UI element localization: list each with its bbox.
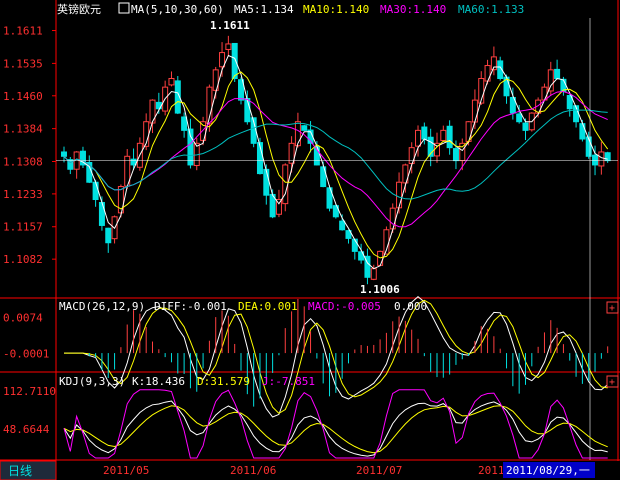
price-tick-label: 1.1460 [3,90,43,103]
candle-body [244,98,251,123]
kdj-tick-label: 48.6644 [3,423,50,436]
ma60-value: MA60:1.133 [458,3,524,16]
candle-body [579,123,586,140]
symbol-label: 英镑欧元 [57,2,101,16]
candle-body [370,268,377,280]
candle-body [263,168,270,196]
price-tick-label: 1.1384 [3,123,43,136]
kdj-k: K:18.436 [132,375,185,388]
price-tick-label: 1.1308 [3,155,43,168]
candle-body [541,86,548,101]
candle-body [604,152,611,162]
candle-body [421,126,428,140]
kdj-d: D:31.579 [197,375,250,388]
candles-layer [61,35,611,285]
price-tick-label: 1.1082 [3,253,43,266]
candle-body [61,151,67,157]
candle-body [598,151,605,167]
ma10-value: MA10:1.140 [303,3,369,16]
kdj-k-line [63,400,608,457]
kdj-layer [63,389,608,459]
candle-body [168,78,175,86]
candle-body [351,238,358,252]
macd-expand-icon: + [609,303,615,314]
candle-body [92,181,99,201]
macd-extra: 0.000 [394,300,427,313]
ma5-line [63,54,608,270]
macd-value: MACD:-0.005 [308,300,381,313]
candle-body [440,129,447,141]
candle-body [149,99,156,124]
kdj-expand-icon: + [609,377,615,388]
low-annotation: 1.1006 [360,283,400,296]
candle-body [452,148,459,162]
date-label-2: 2011/06 [230,464,276,477]
kdj-d-line [63,405,608,454]
candle-body [547,69,554,92]
price-axis: 1.1611 1.1535 1.1460 1.1384 1.1308 1.1233 1.11… [3,25,56,436]
candle-body [446,125,453,149]
ma-toggle-icon[interactable] [118,2,130,14]
macd-tick-label: -0.0001 [3,348,49,361]
candle-body [294,121,301,147]
price-tick-label: 1.1233 [3,188,43,201]
candle-body [98,201,105,226]
price-tick-label: 1.1157 [3,221,43,234]
kdj-j: J:-7.851 [262,375,315,388]
date-label-1: 2011/05 [103,464,149,477]
candle-body [105,227,112,244]
candle-body [225,43,232,50]
chart-frame [0,0,620,461]
candle-body [282,164,289,205]
candle-body [231,42,238,80]
candlestick-chart: 1.1611 1.1535 1.1460 1.1384 1.1308 1.1233 1.11… [0,0,620,480]
candle-body [471,99,478,123]
candle-body [554,68,561,80]
macd-dea: DEA:0.001 [238,300,298,313]
candle-body [484,65,491,82]
date-label-3: 2011/07 [356,464,402,477]
kdj-tick-label: 112.7110 [3,385,56,398]
high-annotation: 1.1611 [210,19,250,32]
candle-body [415,129,422,147]
ma-lines-layer [56,18,618,460]
macd-label: MACD(26,12,9) [59,300,145,313]
price-tick-label: 1.1611 [3,25,43,38]
ma5-value: MA5:1.134 [234,3,294,16]
ma10-line [63,71,609,259]
candle-body [522,122,529,131]
candle-body [592,154,599,166]
ma-label: MA(5,10,30,60) [131,3,224,16]
kdj-label: KDJ(9,3,3) [59,375,125,388]
candle-body [389,207,396,230]
candle-body [339,220,346,231]
candle-body [301,125,308,131]
candle-body [181,116,188,131]
kdj-j-line [63,389,608,459]
macd-layer [88,299,609,407]
macd-diff: DIFF:-0.001 [154,300,227,313]
price-tick-label: 1.1535 [3,57,43,70]
ma30-value: MA30:1.140 [380,3,446,16]
cursor-date: 2011/08/29,一 [506,464,590,477]
candle-body [396,181,403,209]
macd-tick-label: 0.0074 [3,311,43,324]
candle-body [516,113,523,123]
period-button-label: 日线 [8,464,32,478]
